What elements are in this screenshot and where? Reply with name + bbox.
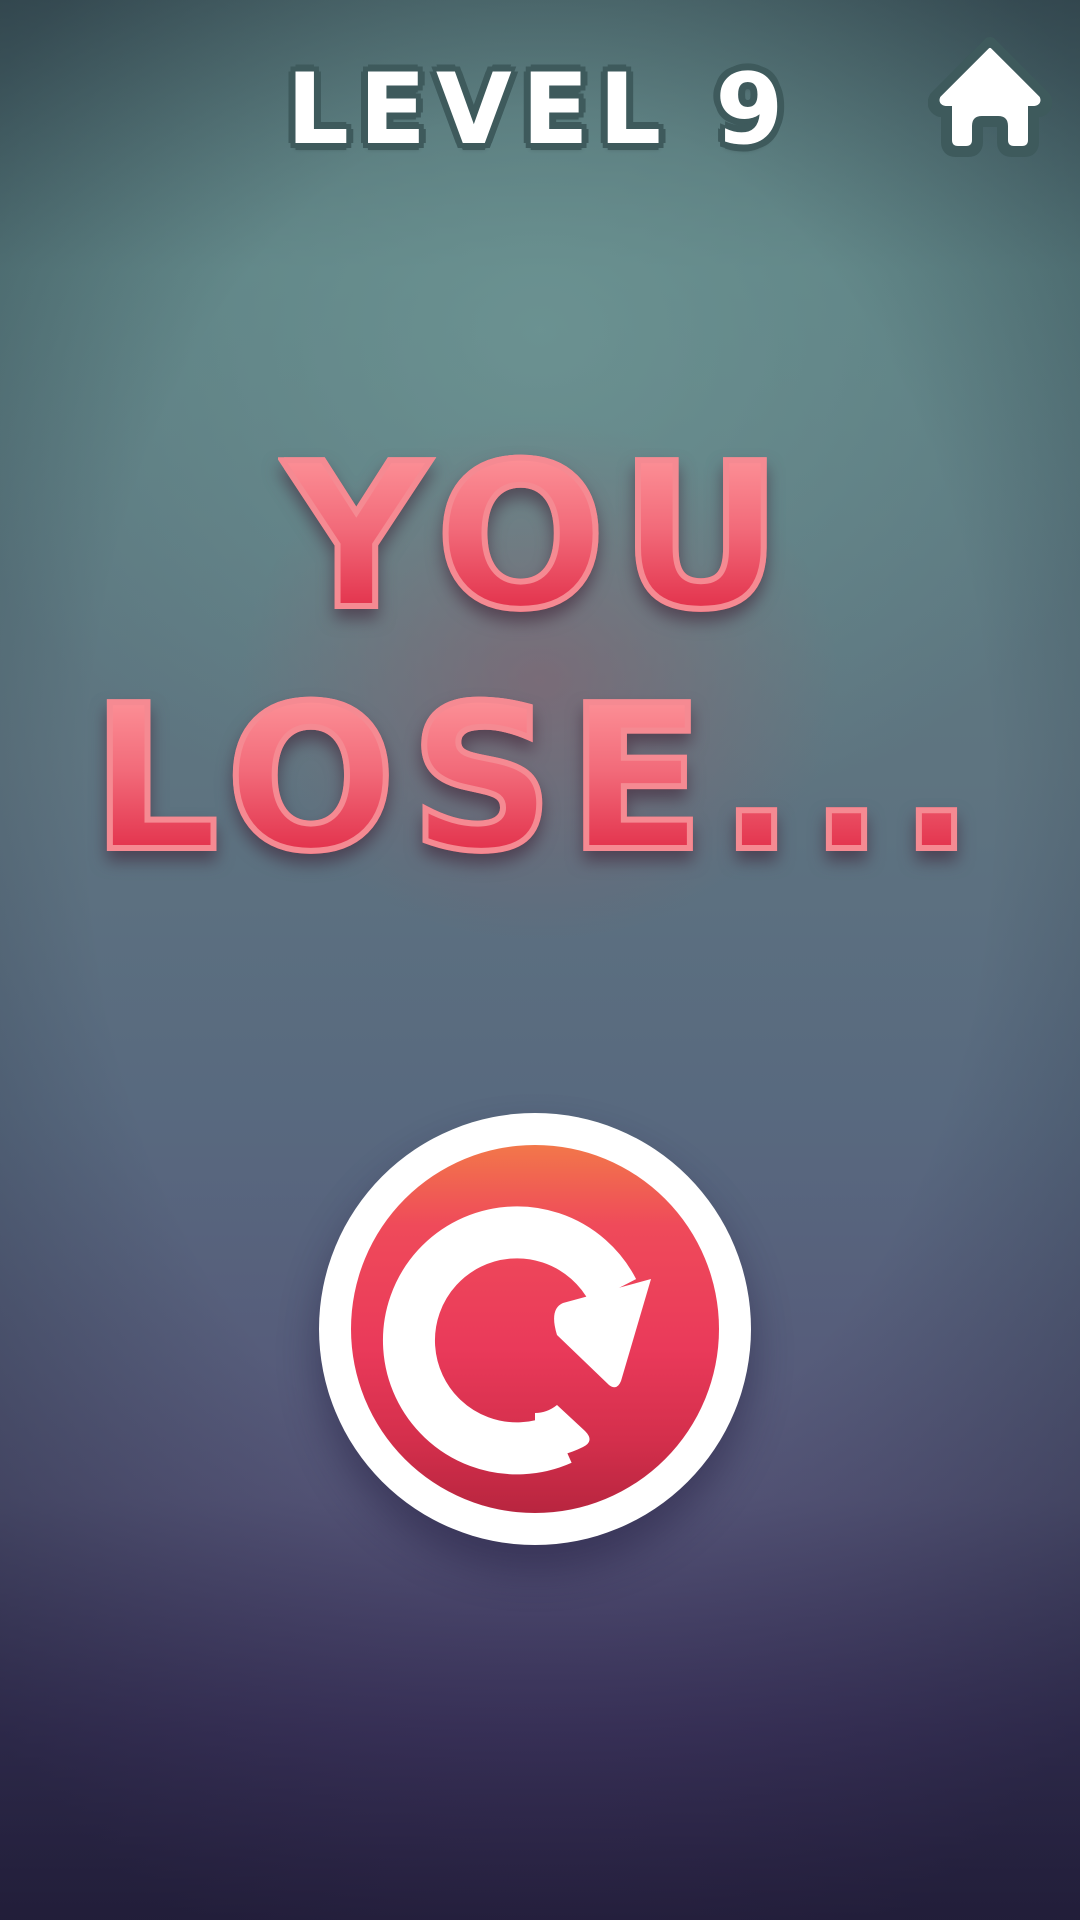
retry-button-face [351, 1145, 719, 1513]
lose-text-lose: LOSE... [89, 663, 989, 896]
level-title: LEVEL 9 [286, 53, 794, 167]
background-vignette [0, 0, 1080, 1920]
home-icon [928, 37, 1052, 157]
retry-button[interactable] [319, 1113, 751, 1545]
home-button[interactable] [928, 36, 1052, 160]
lose-text-you: YOU [281, 421, 797, 654]
lose-text-line-2: LOSE... [0, 663, 1080, 896]
lose-text-line-1: YOU [0, 421, 1080, 654]
restart-icon [382, 1206, 651, 1475]
